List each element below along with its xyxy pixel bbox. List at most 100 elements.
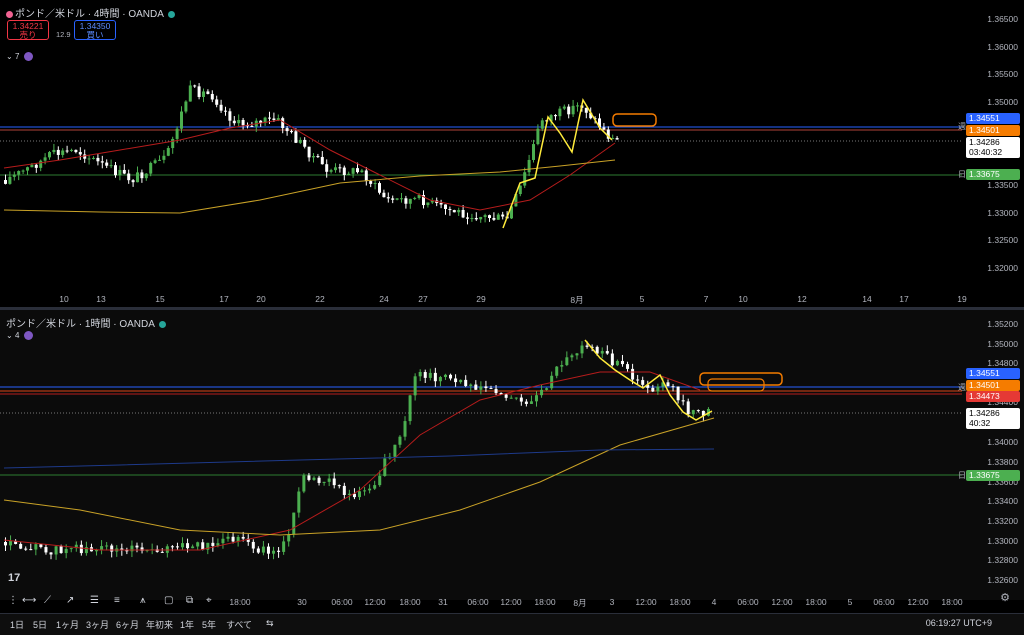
price-tick: 1.34000 bbox=[987, 437, 1018, 447]
candle-1h-candle bbox=[358, 491, 361, 498]
candle-1h-candle bbox=[464, 379, 468, 386]
price-tick: 1.35000 bbox=[987, 339, 1018, 349]
candle-1h-candle bbox=[479, 386, 483, 390]
pattern-icon[interactable]: ⧉ bbox=[186, 595, 193, 606]
symbol-title-4h[interactable]: ポンド／米ドル · 4時間 · OANDA bbox=[6, 5, 175, 20]
time-tick: 18:00 bbox=[534, 597, 556, 607]
clock[interactable]: 06:19:27 UTC+9 bbox=[926, 618, 992, 628]
candle-4h-candle bbox=[527, 159, 531, 173]
candle-1h-candle bbox=[580, 345, 584, 354]
indicators-toggle-1h[interactable]: ⌄ 4 bbox=[6, 331, 34, 341]
candle-1h-candle bbox=[651, 387, 655, 392]
candle-1h-candle bbox=[631, 368, 635, 380]
bottom-range-bar: 1日 5日 1ヶ月 3ヶ月 6ヶ月 年初来 1年 5年 すべて ⇆ 06:19:… bbox=[0, 613, 1024, 635]
candle-1h-candle bbox=[514, 397, 518, 399]
trend-line-icon[interactable]: ⟋ bbox=[44, 595, 51, 606]
candle-1h-candle bbox=[423, 372, 427, 378]
menu-icon[interactable]: ⋮ bbox=[8, 595, 18, 606]
sell-button[interactable]: 1.34221 売り bbox=[7, 20, 49, 40]
chart-pane-4h[interactable]: ポンド／米ドル · 4時間 · OANDA 1.34221 売り 12.9 1.3… bbox=[0, 0, 1024, 307]
sell-label: 売り bbox=[19, 30, 37, 40]
symbol-title-1h[interactable]: ポンド／米ドル · 1時間 · OANDA bbox=[6, 315, 166, 330]
candle-4h-candle bbox=[501, 214, 505, 217]
weekly-marker: 週 bbox=[958, 383, 966, 392]
candle-4h-candle bbox=[202, 91, 205, 97]
indicator-count: 4 bbox=[14, 331, 20, 340]
range-5d-button[interactable]: 5日 bbox=[33, 618, 47, 631]
candle-4h-candle bbox=[52, 149, 56, 153]
pitchfork-icon[interactable]: ⩚ bbox=[140, 595, 146, 606]
candle-1h-candle bbox=[307, 475, 311, 480]
price-axis-4h[interactable]: 1.365001.360001.355001.350001.345001.335… bbox=[958, 0, 1024, 307]
price-tick: 1.36000 bbox=[987, 42, 1018, 52]
candle-4h-candle bbox=[56, 149, 60, 155]
candle-4h-candle bbox=[224, 110, 227, 112]
candle-4h-candle bbox=[448, 209, 452, 211]
price-tag-daily: 1.33675 bbox=[966, 169, 1020, 180]
candle-1h-candle bbox=[686, 401, 690, 415]
plot-area-1h[interactable] bbox=[0, 310, 962, 600]
candle-4h-candle bbox=[347, 173, 351, 175]
candle-4h-candle bbox=[334, 167, 337, 171]
candle-1h-candle bbox=[160, 551, 164, 553]
candle-4h-candle bbox=[272, 118, 276, 120]
horizontal-line-icon[interactable]: ⟷ bbox=[22, 595, 36, 606]
range-6m-button[interactable]: 6ヶ月 bbox=[116, 618, 139, 631]
range-3m-button[interactable]: 3ヶ月 bbox=[86, 618, 109, 631]
time-tick: 12:00 bbox=[771, 597, 793, 607]
candle-1h-candle bbox=[641, 380, 645, 385]
chart-pane-1h[interactable]: ポンド／米ドル · 1時間 · OANDA ⌄ 4 17 1.35200 1.35… bbox=[0, 310, 1024, 608]
price-tick: 1.33800 bbox=[987, 457, 1018, 467]
range-all-button[interactable]: すべて bbox=[226, 618, 252, 631]
candle-4h-candle bbox=[496, 214, 500, 220]
date-range-icon[interactable]: ⇆ bbox=[266, 618, 274, 629]
candle-4h-candle bbox=[43, 157, 47, 161]
indicators-toggle-4h[interactable]: ⌄ 7 bbox=[6, 52, 34, 62]
candle-1h-candle bbox=[79, 544, 83, 554]
range-ytd-button[interactable]: 年初来 bbox=[146, 618, 173, 631]
price-tick: 1.32800 bbox=[987, 555, 1018, 565]
spread-value: 12.9 bbox=[56, 30, 71, 39]
fib-icon[interactable]: ☰ bbox=[90, 595, 99, 606]
candle-4h-candle bbox=[26, 167, 29, 171]
candle-4h-candle bbox=[338, 167, 342, 169]
market-status-icon bbox=[167, 10, 175, 18]
candle-1h-candle bbox=[504, 394, 508, 398]
candle-4h-candle bbox=[87, 158, 91, 160]
candle-1h-candle bbox=[469, 384, 473, 386]
indicator-icon bbox=[24, 331, 34, 341]
candle-1h-candle bbox=[211, 542, 215, 546]
candle-4h-candle bbox=[488, 215, 491, 219]
ray-icon[interactable]: ↗ bbox=[66, 595, 74, 606]
candle-1h-candle bbox=[605, 351, 609, 354]
time-tick: 12 bbox=[797, 294, 807, 304]
ma-red-4h bbox=[3, 119, 616, 211]
time-tick: 06:00 bbox=[467, 597, 489, 607]
crosshair-icon[interactable]: ⌖ bbox=[206, 595, 212, 606]
range-1m-button[interactable]: 1ヶ月 bbox=[56, 618, 79, 631]
candle-4h-candle bbox=[70, 149, 73, 151]
range-1d-button[interactable]: 1日 bbox=[10, 618, 24, 631]
range-5y-button[interactable]: 5年 bbox=[202, 618, 216, 631]
time-tick: 12:00 bbox=[635, 597, 657, 607]
time-axis-4h[interactable]: 10 13 15 17 20 22 24 27 29 8月 5 7 10 12 14 17 19 bbox=[0, 292, 966, 306]
price-axis-1h[interactable]: 1.35200 1.35000 1.34800 1.34400 1.34000 1.338… bbox=[958, 310, 1024, 600]
time-tick: 06:00 bbox=[331, 597, 353, 607]
rectangle-icon[interactable]: ▢ bbox=[164, 595, 173, 606]
candle-1h-candle bbox=[368, 488, 372, 491]
settings-gear-icon[interactable]: ⚙ bbox=[1000, 591, 1010, 604]
candle-4h-candle bbox=[439, 203, 443, 205]
candle-4h-candle bbox=[532, 144, 535, 160]
plot-area-4h[interactable] bbox=[0, 0, 962, 307]
candle-4h-candle bbox=[8, 176, 12, 184]
buy-button[interactable]: 1.34350 買い bbox=[74, 20, 116, 40]
candle-1h-candle bbox=[196, 542, 200, 547]
candle-4h-candle bbox=[294, 131, 298, 143]
candle-1h-candle bbox=[29, 549, 33, 551]
candle-4h-candle bbox=[483, 215, 487, 217]
candle-1h-candle bbox=[170, 546, 174, 548]
range-1y-button[interactable]: 1年 bbox=[180, 618, 194, 631]
time-tick: 18:00 bbox=[669, 597, 691, 607]
parallel-channel-icon[interactable]: ≡ bbox=[114, 595, 120, 606]
candle-1h-candle bbox=[201, 542, 205, 550]
